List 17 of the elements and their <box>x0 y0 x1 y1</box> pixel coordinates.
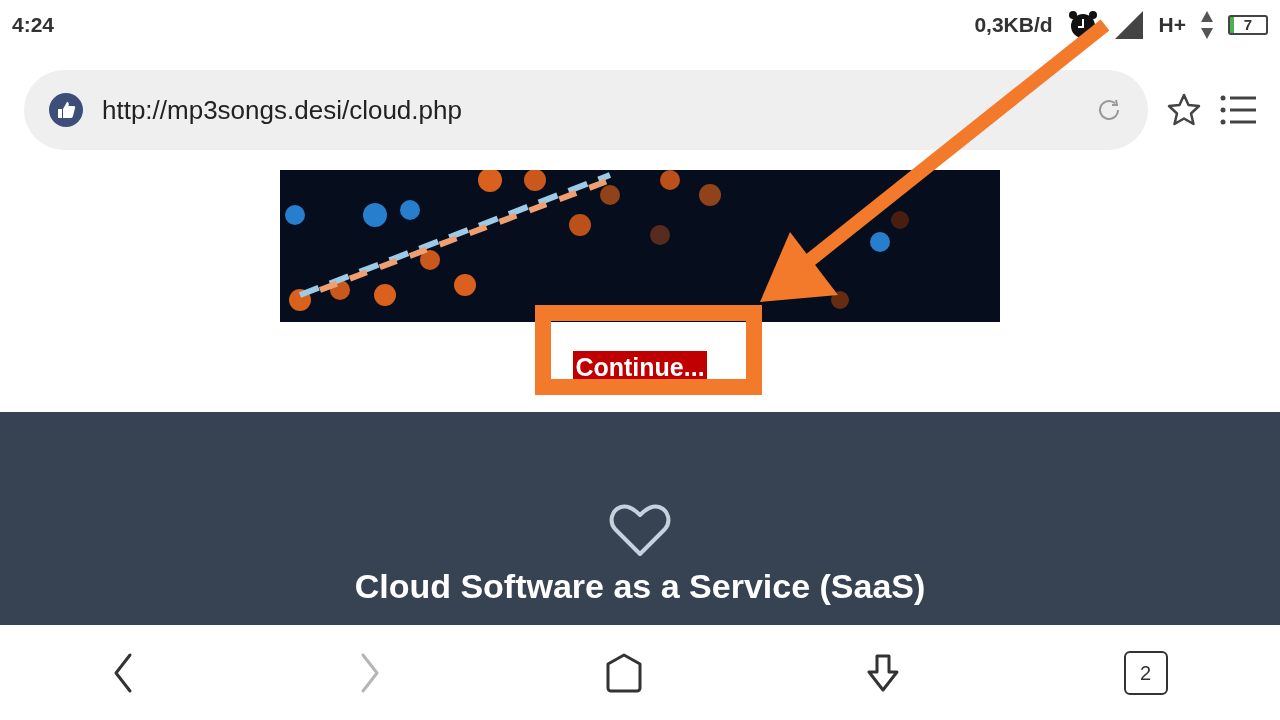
network-type: H+ <box>1158 12 1186 39</box>
address-bar[interactable]: http://mp3songs.desi/cloud.php <box>24 70 1148 150</box>
home-button[interactable] <box>606 652 642 693</box>
data-transfer-icon <box>1200 10 1214 40</box>
status-time: 4:24 <box>12 12 55 39</box>
battery-indicator: 7 <box>1228 15 1268 35</box>
tabs-button[interactable]: 2 <box>1123 650 1168 695</box>
star-icon[interactable] <box>1166 92 1202 128</box>
heart-icon <box>609 504 671 558</box>
network-speed: 0,3KB/d <box>974 12 1053 39</box>
home-icon <box>606 652 642 693</box>
section-heading: Cloud Software as a Service (SaaS) <box>354 566 926 607</box>
download-icon <box>866 653 899 692</box>
menu-icon[interactable] <box>1220 94 1256 126</box>
download-button[interactable] <box>866 653 899 692</box>
url-text: http://mp3songs.desi/cloud.php <box>102 93 462 127</box>
thumbs-up-icon <box>48 92 84 128</box>
